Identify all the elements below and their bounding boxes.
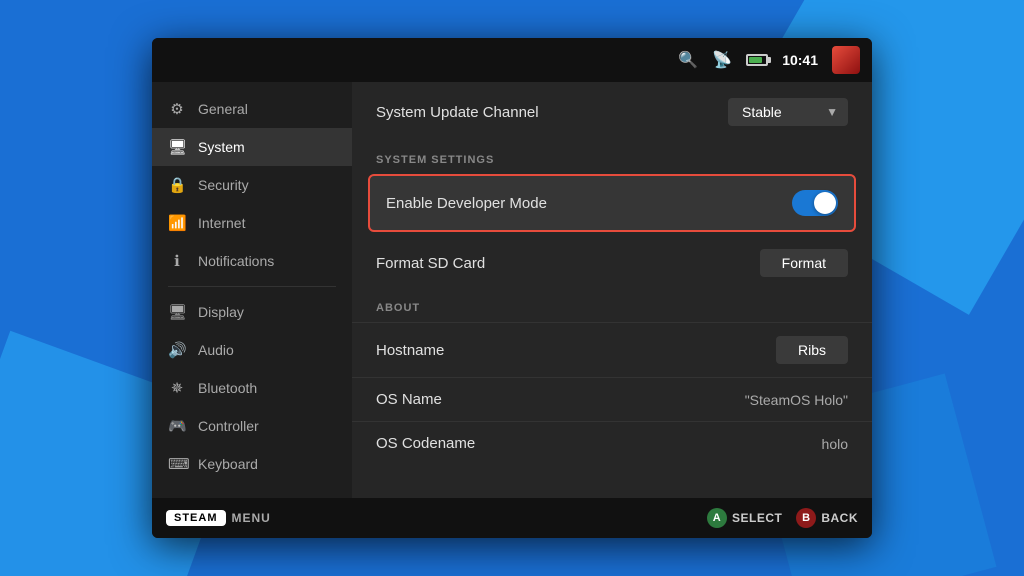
sidebar-item-notifications[interactable]: ℹ Notifications	[152, 242, 352, 280]
hostname-label: Hostname	[376, 342, 444, 359]
os-codename-label: OS Codename	[376, 435, 475, 452]
bottom-bar: STEAM MENU A SELECT B BACK	[152, 498, 872, 538]
sidebar-label-general: General	[198, 101, 248, 117]
format-sd-label: Format SD Card	[376, 255, 485, 272]
update-channel-dropdown-wrapper[interactable]: Stable Beta Preview ▼	[728, 98, 848, 126]
sidebar-item-display[interactable]: 🖥 Display	[152, 293, 352, 331]
os-codename-value: holo	[822, 436, 848, 452]
main-area: ⚙ General 🖥 System 🔒 Security 📶 Internet…	[152, 82, 872, 498]
sidebar-item-audio[interactable]: 🔊 Audio	[152, 331, 352, 369]
lock-icon: 🔒	[168, 176, 186, 194]
keyboard-icon: ⌨	[168, 455, 186, 473]
signal-icon: 📡	[712, 50, 732, 70]
format-sd-button[interactable]: Format	[760, 249, 848, 277]
os-name-value: "SteamOS Holo"	[745, 392, 848, 408]
bluetooth-icon: ✵	[168, 379, 186, 397]
content-area: System Update Channel Stable Beta Previe…	[352, 82, 872, 498]
sidebar-item-controller[interactable]: 🎮 Controller	[152, 407, 352, 445]
developer-mode-row[interactable]: Enable Developer Mode	[368, 174, 856, 232]
update-channel-dropdown[interactable]: Stable Beta Preview	[728, 98, 848, 126]
b-button[interactable]: B	[796, 508, 816, 528]
hostname-row: Hostname Ribs	[352, 322, 872, 377]
back-label: BACK	[821, 511, 858, 525]
sidebar-label-system: System	[198, 139, 245, 155]
display-icon: 🖥	[168, 303, 186, 321]
select-control: A SELECT	[707, 508, 782, 528]
developer-mode-label: Enable Developer Mode	[386, 195, 547, 212]
sidebar-label-keyboard: Keyboard	[198, 456, 258, 472]
clock: 10:41	[782, 52, 818, 68]
hostname-value[interactable]: Ribs	[776, 336, 848, 364]
sidebar-label-notifications: Notifications	[198, 253, 274, 269]
info-icon: ℹ	[168, 252, 186, 270]
format-sd-row: Format SD Card Format	[352, 236, 872, 290]
steam-logo: STEAM	[166, 510, 226, 526]
sidebar-item-general[interactable]: ⚙ General	[152, 90, 352, 128]
sidebar-item-system[interactable]: 🖥 System	[152, 128, 352, 166]
os-codename-row: OS Codename holo	[352, 421, 872, 465]
back-control: B BACK	[796, 508, 858, 528]
os-name-label: OS Name	[376, 391, 442, 408]
about-header: ABOUT	[352, 290, 872, 322]
titlebar: 🔍 📡 10:41	[152, 38, 872, 82]
sidebar-item-internet[interactable]: 📶 Internet	[152, 204, 352, 242]
battery-icon	[746, 54, 768, 66]
os-name-row: OS Name "SteamOS Holo"	[352, 377, 872, 421]
sidebar-label-security: Security	[198, 177, 249, 193]
sidebar-item-security[interactable]: 🔒 Security	[152, 166, 352, 204]
gear-icon: ⚙	[168, 100, 186, 118]
sidebar-label-internet: Internet	[198, 215, 245, 231]
menu-label: MENU	[232, 511, 271, 525]
settings-window: 🔍 📡 10:41 ⚙ General 🖥 System 🔒 Secu	[152, 38, 872, 538]
sidebar: ⚙ General 🖥 System 🔒 Security 📶 Internet…	[152, 82, 352, 498]
update-channel-label: System Update Channel	[376, 104, 539, 121]
sidebar-label-audio: Audio	[198, 342, 234, 358]
sidebar-item-bluetooth[interactable]: ✵ Bluetooth	[152, 369, 352, 407]
bottom-controls: A SELECT B BACK	[707, 508, 858, 528]
sidebar-label-controller: Controller	[198, 418, 259, 434]
sidebar-divider	[168, 286, 336, 287]
sidebar-label-display: Display	[198, 304, 244, 320]
search-icon[interactable]: 🔍	[678, 50, 698, 70]
avatar[interactable]	[832, 46, 860, 74]
toggle-knob	[814, 192, 836, 214]
monitor-icon: 🖥	[168, 138, 186, 156]
select-label: SELECT	[732, 511, 782, 525]
controller-icon: 🎮	[168, 417, 186, 435]
sidebar-item-keyboard[interactable]: ⌨ Keyboard	[152, 445, 352, 483]
wifi-icon: 📶	[168, 214, 186, 232]
system-settings-header: SYSTEM SETTINGS	[352, 142, 872, 174]
a-button[interactable]: A	[707, 508, 727, 528]
developer-mode-toggle[interactable]	[792, 190, 838, 216]
speaker-icon: 🔊	[168, 341, 186, 359]
sidebar-label-bluetooth: Bluetooth	[198, 380, 257, 396]
update-channel-row: System Update Channel Stable Beta Previe…	[352, 82, 872, 142]
